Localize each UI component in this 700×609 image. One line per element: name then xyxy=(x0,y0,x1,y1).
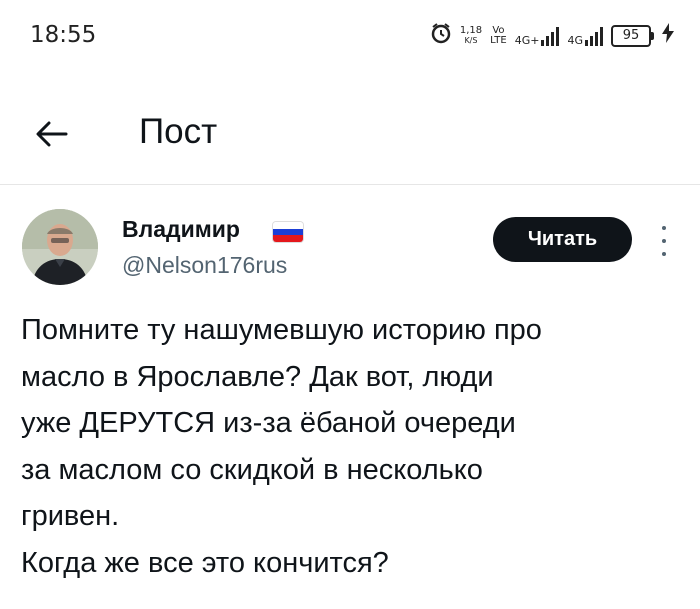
signal-sim2: 4G xyxy=(567,26,603,46)
status-icons: 1,18 K/S Vo LTE 4G+ 4G 95 xyxy=(430,22,674,49)
battery-icon: 95 xyxy=(611,24,654,47)
avatar[interactable] xyxy=(22,209,98,285)
post-text: Помните ту нашумевшую историю про масло … xyxy=(21,314,542,579)
top-header: Пост xyxy=(0,92,700,185)
signal-bars-icon xyxy=(541,26,560,46)
status-bar: 18:55 1,18 K/S Vo LTE 4G+ 4G 95 xyxy=(0,0,700,72)
author-name[interactable]: Владимир xyxy=(122,216,240,243)
battery-level: 95 xyxy=(611,24,651,47)
alarm-icon xyxy=(430,22,452,49)
status-time: 18:55 xyxy=(30,22,97,48)
network-speed: 1,18 K/S xyxy=(459,24,483,45)
more-options-icon[interactable] xyxy=(656,226,672,256)
signal-bars-icon xyxy=(585,26,603,46)
signal-sim1: 4G+ xyxy=(515,26,560,46)
follow-button[interactable]: Читать xyxy=(493,217,632,262)
back-arrow-icon[interactable] xyxy=(30,112,74,156)
charging-icon xyxy=(662,23,674,48)
page-title: Пост xyxy=(139,112,218,151)
author-handle[interactable]: @Nelson176rus xyxy=(122,252,287,279)
russian-flag-icon xyxy=(273,222,303,242)
volte-indicator: Vo LTE xyxy=(490,24,507,46)
